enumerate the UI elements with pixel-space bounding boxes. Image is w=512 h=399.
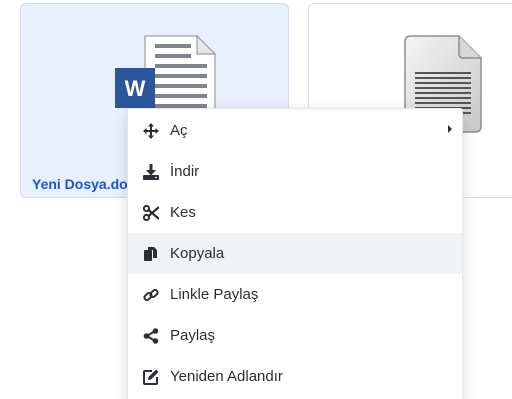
menu-item-share[interactable]: Paylaş [128, 315, 462, 356]
menu-item-label: Aç [170, 122, 188, 139]
menu-item-rename[interactable]: Yeniden Adlandır [128, 356, 462, 397]
file-browser: W Yeni Dosya.docx Aç İndir Kes Kopyala L… [0, 0, 512, 399]
menu-item-label: İndir [170, 163, 200, 180]
svg-text:W: W [125, 76, 146, 101]
scissors-icon [142, 204, 160, 222]
copy-icon [142, 245, 160, 263]
download-icon [142, 163, 160, 181]
menu-item-label: Yeniden Adlandır [170, 368, 283, 385]
menu-item-copy[interactable]: Kopyala [128, 233, 462, 274]
menu-item-cut[interactable]: Kes [128, 192, 462, 233]
submenu-arrow-icon [448, 125, 452, 133]
menu-item-download[interactable]: İndir [128, 151, 462, 192]
share-icon [142, 327, 160, 345]
menu-item-label: Kopyala [170, 245, 225, 262]
move-arrows-icon [142, 122, 160, 140]
edit-icon [142, 368, 160, 386]
context-menu: Aç İndir Kes Kopyala Linkle Paylaş Payla… [127, 108, 463, 399]
menu-item-share-link[interactable]: Linkle Paylaş [128, 274, 462, 315]
menu-item-open[interactable]: Aç [128, 110, 462, 151]
menu-item-label: Linkle Paylaş [170, 286, 259, 303]
link-icon [142, 286, 160, 304]
menu-item-label: Paylaş [170, 327, 216, 344]
menu-item-label: Kes [170, 204, 196, 221]
